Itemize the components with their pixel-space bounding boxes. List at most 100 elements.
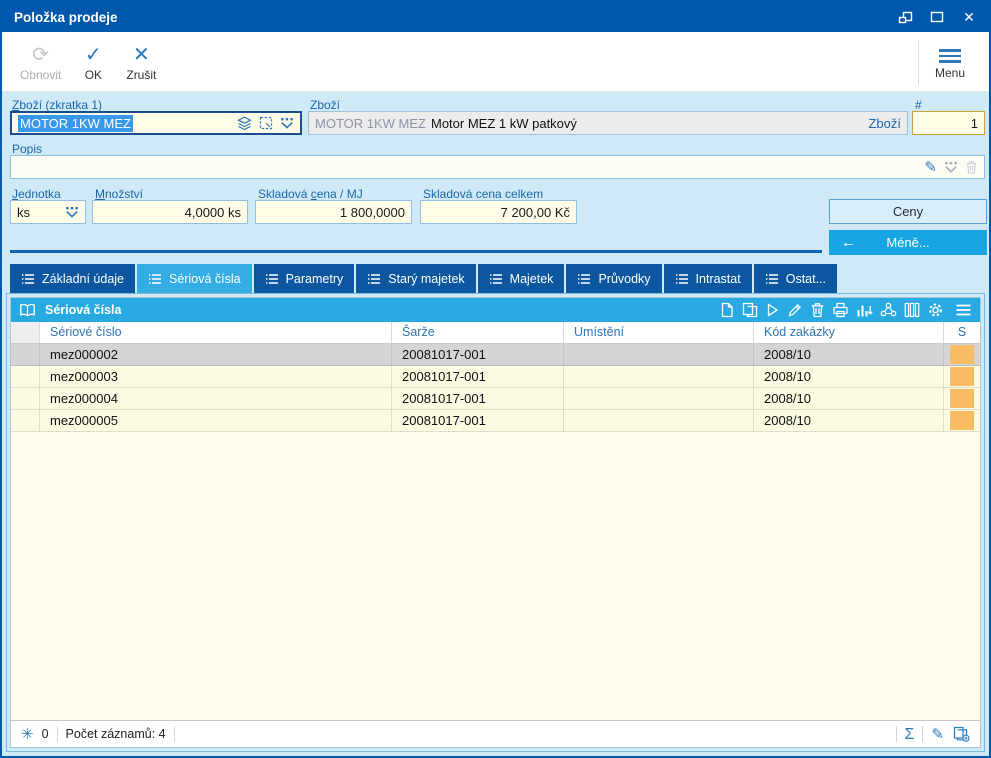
tab-majetek[interactable]: Majetek: [478, 264, 565, 293]
quick-edit-pencil-icon[interactable]: ✎: [931, 727, 944, 742]
run-record-icon[interactable]: [765, 302, 780, 318]
cena-mj-value: 1 800,0000: [262, 205, 405, 220]
relations-icon[interactable]: [880, 302, 897, 318]
column-header-location[interactable]: Umístění: [563, 322, 753, 343]
table-row[interactable]: mez000004 20081017-001 2008/10: [11, 388, 980, 410]
busy-asterisk-icon: ✳: [21, 727, 34, 742]
stock-layers-icon[interactable]: [237, 116, 252, 131]
jednotka-select[interactable]: ks: [10, 200, 86, 224]
window-title: Položka prodeje: [14, 10, 891, 25]
zbozi-zkratka-label: Zboží (zkratka 1): [12, 98, 102, 112]
status-bar: ✳ 0 Počet záznamů: 4 Σ ✎: [11, 720, 980, 747]
mene-button[interactable]: ← Méně...: [829, 230, 987, 255]
cell-order: 2008/10: [753, 388, 943, 409]
zbozi-link[interactable]: Zboží: [860, 116, 901, 131]
ceny-button[interactable]: Ceny: [829, 199, 987, 224]
list-icon: [148, 273, 162, 285]
cell-serial: mez000003: [39, 366, 391, 387]
popis-field-icons: ✎: [924, 160, 978, 175]
tab-intrastat[interactable]: Intrastat: [664, 264, 752, 293]
settings-gear-icon[interactable]: [927, 302, 944, 318]
cell-serial: mez000005: [39, 410, 391, 431]
edit-record-icon[interactable]: [787, 302, 803, 318]
tab-bar: Základní údaje Sériová čísla Parametry S…: [2, 264, 989, 293]
cell-order: 2008/10: [753, 344, 943, 365]
print-icon[interactable]: [832, 302, 849, 318]
cena-celkem-value: 7 200,00 Kč: [427, 205, 570, 220]
grid-empty-area[interactable]: [11, 432, 980, 720]
list-icon: [765, 273, 779, 285]
chart-icon[interactable]: [856, 303, 873, 318]
grid-menu-icon[interactable]: [955, 303, 972, 317]
copy-record-icon[interactable]: [742, 302, 758, 318]
cena-mj-input[interactable]: 1 800,0000: [255, 200, 412, 224]
titlebar[interactable]: Položka prodeje ✕: [2, 2, 989, 32]
ok-label: OK: [85, 68, 102, 82]
delete-record-icon[interactable]: [810, 302, 825, 318]
popis-edit-pencil-icon[interactable]: ✎: [924, 160, 937, 175]
zbozi-zkratka-input[interactable]: MOTOR 1KW MEZ: [10, 111, 302, 135]
tab-seriova-cisla[interactable]: Sériová čísla: [137, 264, 252, 293]
cell-status: [943, 366, 980, 387]
tab-zakladni-udaje[interactable]: Základní údaje: [10, 264, 135, 293]
busy-count: 0: [42, 727, 49, 741]
sum-sigma-icon[interactable]: Σ: [905, 727, 915, 742]
grid-header-bar: Sériová čísla: [11, 298, 980, 322]
number-label: #: [915, 98, 922, 112]
selection-frame-icon[interactable]: [259, 116, 273, 130]
column-header-batch[interactable]: Šarže: [391, 322, 563, 343]
tab-pruvodky[interactable]: Průvodky: [566, 264, 661, 293]
toolbar-spacer: [165, 36, 916, 89]
jednotka-label: Jednotka: [12, 187, 61, 201]
cancel-button[interactable]: ✕ Zrušit: [117, 36, 165, 89]
jednotka-value: ks: [17, 205, 30, 220]
status-separator: [896, 726, 897, 742]
restore-window-icon[interactable]: [891, 5, 919, 29]
menu-button[interactable]: Menu: [921, 36, 979, 89]
table-row[interactable]: mez000003 20081017-001 2008/10: [11, 366, 980, 388]
record-count-text: Počet záznamů: 4: [66, 727, 166, 741]
tab-stary-majetek[interactable]: Starý majetek: [356, 264, 475, 293]
cena-celkem-input[interactable]: 7 200,00 Kč: [420, 200, 577, 224]
cell-batch: 20081017-001: [391, 366, 563, 387]
tab-parametry[interactable]: Parametry: [254, 264, 355, 293]
cell-status: [943, 344, 980, 365]
line-number-input[interactable]: 1: [912, 111, 985, 135]
ok-button[interactable]: ✓ OK: [69, 36, 117, 89]
form-divider: [10, 250, 822, 253]
maximize-icon[interactable]: [923, 5, 951, 29]
cell-batch: 20081017-001: [391, 344, 563, 365]
tab-ostatni[interactable]: Ostat...: [754, 264, 837, 293]
cell-order: 2008/10: [753, 410, 943, 431]
list-icon: [265, 273, 279, 285]
column-header-serial[interactable]: Sériové číslo: [39, 322, 391, 343]
refresh-button[interactable]: ⟳ Obnovit: [12, 36, 69, 89]
cancel-label: Zrušit: [126, 68, 156, 82]
row-selector: [11, 366, 39, 387]
grid-column-headers: Sériové číslo Šarže Umístění Kód zakázky…: [11, 322, 980, 344]
zbozi-display-field[interactable]: MOTOR 1KW MEZ Motor MEZ 1 kW patkový Zbo…: [308, 111, 908, 135]
columns-icon[interactable]: [904, 302, 920, 318]
popis-delete-trash-icon[interactable]: [965, 160, 978, 174]
jednotka-dropdown-icon[interactable]: [65, 207, 79, 218]
close-icon[interactable]: ✕: [955, 5, 983, 29]
cell-serial: mez000004: [39, 388, 391, 409]
cell-batch: 20081017-001: [391, 388, 563, 409]
jednotka-icons: [65, 207, 79, 218]
table-row[interactable]: mez000005 20081017-001 2008/10: [11, 410, 980, 432]
column-header-order[interactable]: Kód zakázky: [753, 322, 943, 343]
row-selector-column-header[interactable]: [11, 322, 39, 343]
new-record-icon[interactable]: [719, 302, 735, 318]
toolbar-separator: [918, 40, 919, 85]
dropdown-icon[interactable]: [280, 118, 294, 129]
hamburger-icon: [939, 49, 961, 63]
popis-dropdown-icon[interactable]: [944, 162, 958, 173]
mnozstvi-input[interactable]: 4,0000 ks: [92, 200, 248, 224]
table-row[interactable]: mez000002 20081017-001 2008/10: [11, 344, 980, 366]
line-number-value: 1: [919, 116, 978, 131]
popis-input[interactable]: ✎: [10, 155, 985, 179]
column-header-status[interactable]: S: [943, 322, 980, 343]
list-icon: [21, 273, 35, 285]
add-copy-icon[interactable]: [953, 726, 970, 742]
list-icon: [675, 273, 689, 285]
